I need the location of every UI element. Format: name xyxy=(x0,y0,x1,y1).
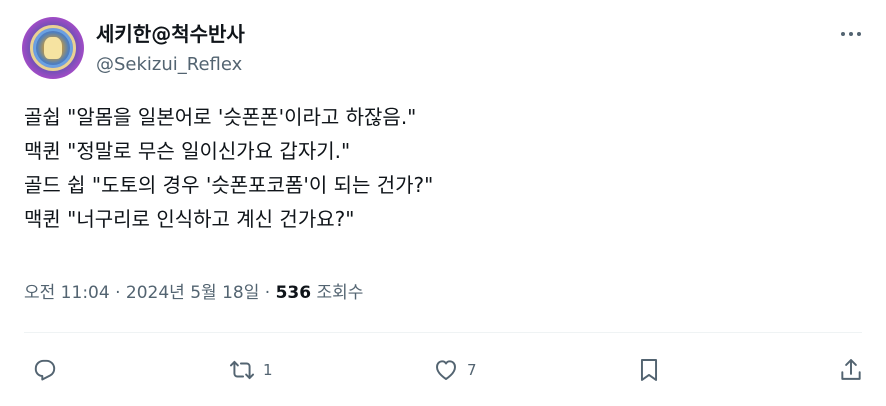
separator: · xyxy=(264,283,271,303)
avatar-core xyxy=(44,37,62,59)
action-bar: 1 7 xyxy=(0,350,886,390)
tweet-header: 세키한@척수반사 @Sekizui_Reflex xyxy=(22,16,245,80)
tweet-text: 골쉽 "알몸을 일본어로 '슷폰폰'이라고 하잖음." 맥퀸 "정말로 무슨 일… xyxy=(24,100,433,236)
retweet-button[interactable]: 1 xyxy=(229,350,273,390)
like-icon xyxy=(436,360,456,380)
retweet-count: 1 xyxy=(263,361,273,379)
avatar[interactable] xyxy=(22,17,84,79)
tweet-line: 골쉽 "알몸을 일본어로 '슷폰폰'이라고 하잖음." xyxy=(24,105,417,129)
share-icon xyxy=(841,359,861,380)
reply-button[interactable] xyxy=(32,350,58,390)
tweet-time[interactable]: 오전 11:04 xyxy=(24,283,110,303)
retweet-icon xyxy=(229,360,255,380)
separator: · xyxy=(115,283,121,303)
tweet-line: 골드 쉽 "도토의 경우 '슷폰포코폼'이 되는 건가?" xyxy=(24,173,434,197)
like-count: 7 xyxy=(467,361,477,379)
more-icon[interactable] xyxy=(834,22,868,46)
tweet-meta: 오전 11:04 · 2024년 5월 18일 · 536 조회수 xyxy=(24,278,363,303)
bookmark-button[interactable] xyxy=(636,350,662,390)
tweet-line: 맥퀸 "너구리로 인식하고 계신 건가요?" xyxy=(24,207,355,231)
share-button[interactable] xyxy=(838,350,864,390)
views-count[interactable]: 536 xyxy=(276,283,312,303)
divider xyxy=(24,332,862,333)
tweet-date[interactable]: 2024년 5월 18일 xyxy=(126,283,259,303)
tweet-line: 맥퀸 "정말로 무슨 일이신가요 갑자기." xyxy=(24,139,351,163)
bookmark-icon xyxy=(640,359,658,381)
tweet-card: 세키한@척수반사 @Sekizui_Reflex 골쉽 "알몸을 일본어로 '슷… xyxy=(0,0,886,406)
like-button[interactable]: 7 xyxy=(433,350,477,390)
user-handle[interactable]: @Sekizui_Reflex xyxy=(96,53,245,77)
display-name[interactable]: 세키한@척수반사 xyxy=(96,21,245,47)
user-names: 세키한@척수반사 @Sekizui_Reflex xyxy=(96,19,245,77)
views-label: 조회수 xyxy=(316,283,364,303)
reply-icon xyxy=(34,359,56,381)
